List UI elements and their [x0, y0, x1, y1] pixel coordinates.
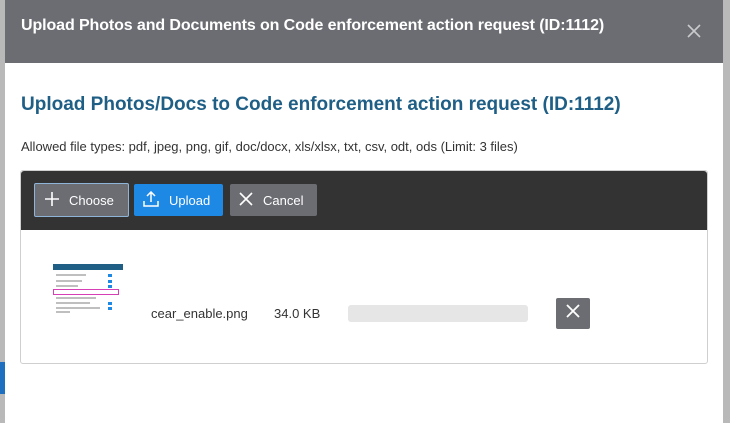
file-name: cear_enable.png	[151, 306, 248, 321]
close-icon	[239, 191, 263, 209]
close-icon	[566, 304, 580, 323]
file-row: cear_enable.png 34.0 KB	[21, 230, 707, 363]
image-thumbnail	[53, 264, 123, 316]
dialog-header: Upload Photos and Documents on Code enfo…	[5, 0, 723, 63]
upload-icon	[143, 190, 169, 210]
close-icon[interactable]	[685, 22, 703, 40]
plus-icon	[45, 191, 69, 209]
file-uploader: Choose Upload Cancel cear_enable.png 34.…	[20, 170, 708, 364]
upload-dialog: Upload Photos and Documents on Code enfo…	[5, 0, 723, 423]
cancel-label: Cancel	[263, 192, 304, 208]
upload-progress-bar	[348, 305, 528, 322]
backdrop-right	[723, 0, 730, 423]
remove-file-button[interactable]	[556, 298, 590, 329]
choose-button[interactable]: Choose	[34, 183, 129, 217]
file-size: 34.0 KB	[274, 306, 321, 321]
uploader-toolbar: Choose Upload Cancel	[21, 171, 707, 230]
choose-label: Choose	[69, 192, 114, 208]
content-title: Upload Photos/Docs to Code enforcement a…	[21, 94, 621, 115]
dialog-title: Upload Photos and Documents on Code enfo…	[21, 17, 605, 34]
allowed-file-types: Allowed file types: pdf, jpeg, png, gif,…	[21, 139, 518, 154]
cancel-button[interactable]: Cancel	[230, 184, 317, 216]
upload-label: Upload	[169, 192, 211, 208]
upload-button[interactable]: Upload	[134, 184, 223, 216]
